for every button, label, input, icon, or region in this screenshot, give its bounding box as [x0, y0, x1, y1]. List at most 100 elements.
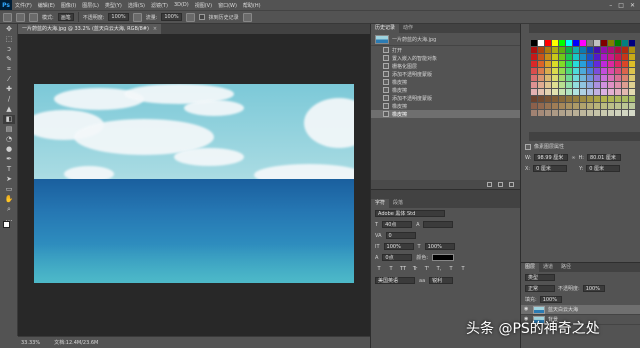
link-icon[interactable]: ∞ [571, 155, 575, 161]
color-swatch[interactable] [531, 89, 537, 95]
color-swatch[interactable] [573, 61, 579, 67]
color-swatch[interactable] [622, 110, 628, 116]
menu-help[interactable]: 帮助(H) [240, 2, 264, 9]
color-swatch[interactable] [594, 54, 600, 60]
color-swatch[interactable] [594, 82, 600, 88]
color-swatch[interactable] [559, 54, 565, 60]
color-swatch[interactable] [573, 68, 579, 74]
color-swatch[interactable] [538, 89, 544, 95]
menu-filter[interactable]: 滤镜(T) [148, 2, 171, 9]
color-swatch[interactable] [608, 82, 614, 88]
color-swatch[interactable] [573, 75, 579, 81]
color-swatch[interactable] [587, 89, 593, 95]
color-swatch[interactable] [629, 47, 635, 53]
color-swatch[interactable] [559, 82, 565, 88]
tab-paragraph[interactable]: 段落 [389, 199, 407, 208]
baseline-input[interactable]: 0点 [382, 254, 413, 261]
color-swatch[interactable] [622, 103, 628, 109]
color-swatch[interactable] [552, 68, 558, 74]
layer-row[interactable]: ◉ 蓝天白云大海 [521, 305, 640, 315]
color-swatch[interactable] [615, 61, 621, 67]
color-swatch[interactable] [552, 96, 558, 102]
color-swatch[interactable] [545, 82, 551, 88]
color-swatch[interactable] [531, 82, 537, 88]
antialias-select[interactable]: 锐利 [429, 277, 454, 284]
color-swatch[interactable] [587, 75, 593, 81]
visibility-eye-icon[interactable]: ◉ [524, 307, 530, 312]
color-swatch[interactable] [531, 75, 537, 81]
color-swatch[interactable] [622, 82, 628, 88]
color-swatch[interactable] [559, 40, 565, 46]
color-swatch[interactable] [615, 75, 621, 81]
color-swatch[interactable] [573, 96, 579, 102]
eraser-tool-icon[interactable]: ◧ [3, 115, 15, 124]
history-item[interactable]: 打开 [371, 46, 520, 54]
color-swatch[interactable] [538, 103, 544, 109]
trash-icon[interactable] [509, 182, 514, 187]
menu-layer[interactable]: 图层(L) [79, 2, 102, 9]
color-swatch[interactable] [531, 40, 537, 46]
strikethrough-button[interactable]: T [459, 265, 467, 273]
history-item[interactable]: 添加不透明度蒙版 [371, 94, 520, 102]
tab-swatches[interactable] [521, 24, 529, 33]
color-swatch[interactable] [545, 47, 551, 53]
maximize-icon[interactable]: □ [618, 2, 624, 9]
color-swatch[interactable] [601, 47, 607, 53]
color-swatch[interactable] [573, 110, 579, 116]
color-swatch[interactable] [566, 40, 572, 46]
width-input[interactable]: 98.99 厘米 [534, 154, 569, 161]
color-swatch[interactable] [538, 68, 544, 74]
color-swatch[interactable] [580, 68, 586, 74]
color-swatch[interactable] [559, 75, 565, 81]
color-swatch[interactable] [615, 96, 621, 102]
color-swatch[interactable] [587, 47, 593, 53]
color-swatch[interactable] [594, 103, 600, 109]
color-swatch[interactable] [580, 54, 586, 60]
history-item[interactable]: 栅格化图层 [371, 62, 520, 70]
color-swatch[interactable] [608, 54, 614, 60]
color-swatch[interactable] [587, 82, 593, 88]
history-item[interactable]: 橡皮擦 [371, 102, 520, 110]
color-swatch[interactable] [545, 96, 551, 102]
color-swatch[interactable] [566, 75, 572, 81]
tab-history[interactable]: 历史记录 [371, 24, 400, 33]
color-swatch[interactable] [629, 40, 635, 46]
mode-select[interactable]: 画笔 [57, 13, 74, 21]
close-window-icon[interactable]: ✕ [630, 2, 635, 9]
color-swatch[interactable] [594, 75, 600, 81]
layer-filter-select[interactable]: 类型 [525, 274, 555, 281]
menu-type[interactable]: 类型(Y) [102, 2, 125, 9]
color-swatch[interactable] [573, 89, 579, 95]
color-swatch[interactable] [538, 82, 544, 88]
color-swatch[interactable] [566, 103, 572, 109]
color-swatch[interactable] [615, 89, 621, 95]
color-swatch[interactable] [545, 89, 551, 95]
color-swatch[interactable] [545, 110, 551, 116]
menu-edit[interactable]: 编辑(E) [35, 2, 58, 9]
color-swatch[interactable] [580, 82, 586, 88]
color-swatch[interactable] [573, 103, 579, 109]
underline-button[interactable]: T [447, 265, 455, 273]
color-swatch[interactable] [538, 47, 544, 53]
color-swatch[interactable] [629, 75, 635, 81]
color-swatch[interactable] [622, 47, 628, 53]
color-swatch[interactable] [622, 96, 628, 102]
color-swatch[interactable] [622, 68, 628, 74]
color-swatch[interactable] [552, 75, 558, 81]
color-swatch[interactable] [615, 47, 621, 53]
tab-actions[interactable]: 动作 [399, 24, 417, 33]
color-swatch[interactable] [552, 54, 558, 60]
color-swatch[interactable] [601, 110, 607, 116]
color-swatch[interactable] [601, 96, 607, 102]
color-swatch[interactable] [538, 75, 544, 81]
eraser-tool-icon[interactable] [3, 12, 12, 22]
foreground-color-swatch[interactable] [3, 221, 10, 228]
color-swatch[interactable] [629, 82, 635, 88]
color-swatch[interactable] [538, 96, 544, 102]
color-swatch[interactable] [580, 47, 586, 53]
color-swatch[interactable] [601, 103, 607, 109]
pressure-opacity-icon[interactable] [132, 12, 142, 22]
color-swatch[interactable] [587, 68, 593, 74]
color-swatch[interactable] [594, 47, 600, 53]
color-swatch[interactable] [615, 54, 621, 60]
